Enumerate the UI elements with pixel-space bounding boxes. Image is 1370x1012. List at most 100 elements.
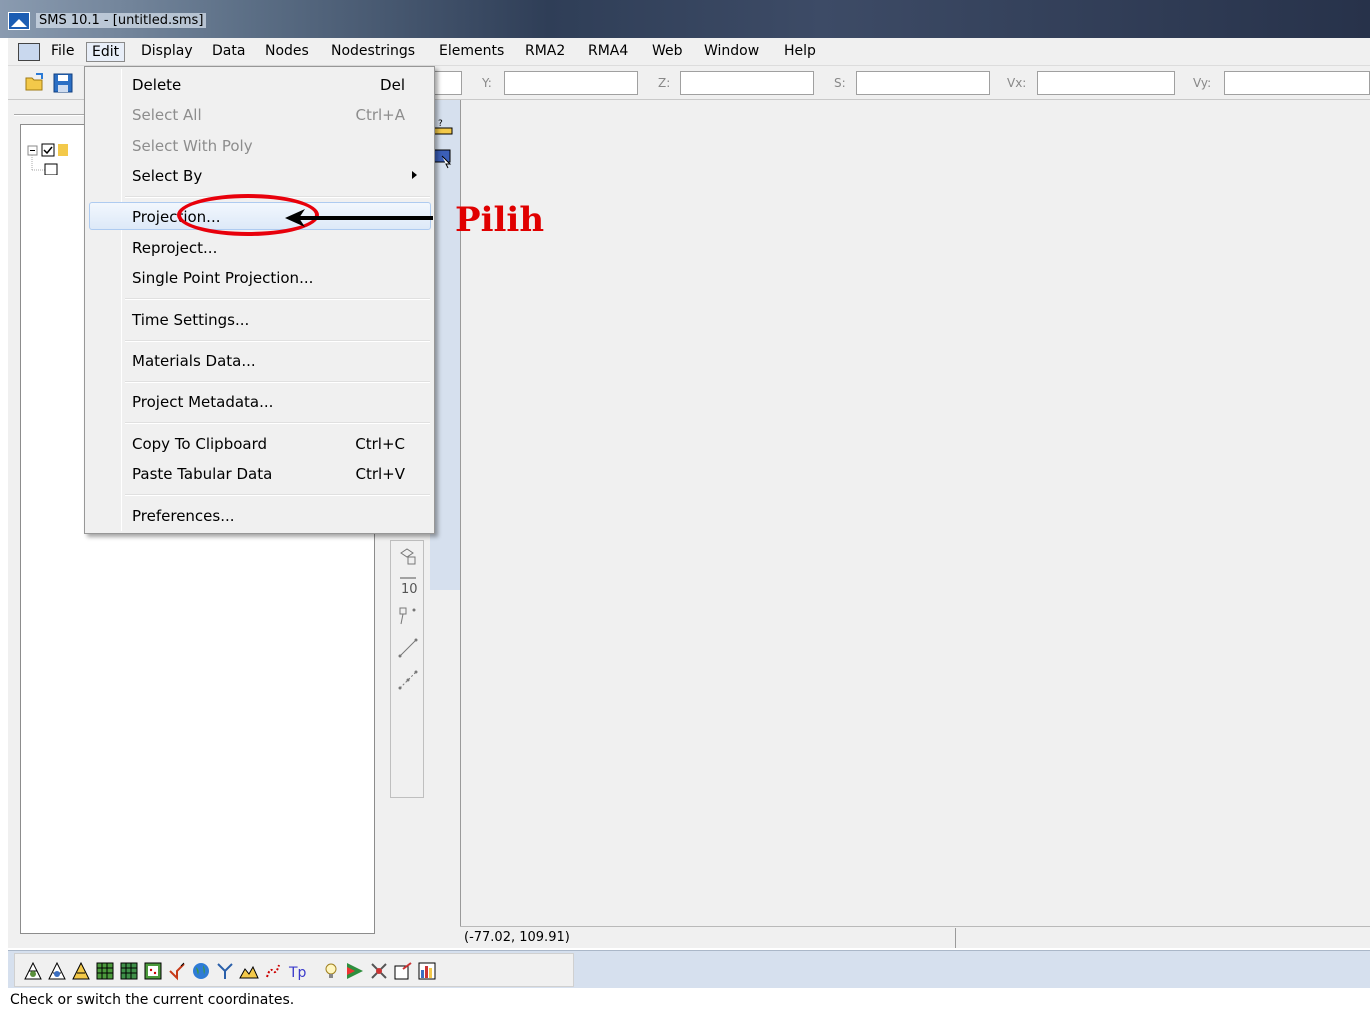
edit-dropdown-menu: Delete Del Select All Ctrl+A Select With… bbox=[84, 66, 435, 534]
menu-nodes[interactable]: Nodes bbox=[260, 42, 314, 62]
grid-module-icon[interactable] bbox=[47, 961, 67, 981]
menu-data[interactable]: Data bbox=[207, 42, 250, 62]
menu-item-single-point-projection[interactable]: Single Point Projection... bbox=[89, 263, 431, 291]
menu-window[interactable]: Window bbox=[699, 42, 764, 62]
terrain-module-icon[interactable] bbox=[239, 961, 259, 981]
particle-tracking-icon[interactable] bbox=[263, 961, 283, 981]
menu-item-reproject[interactable]: Reproject... bbox=[89, 233, 431, 261]
particle-module-icon[interactable] bbox=[215, 961, 235, 981]
create-node-icon[interactable] bbox=[397, 605, 419, 627]
graphics-window[interactable] bbox=[460, 100, 1370, 926]
dashed-line-icon[interactable] bbox=[397, 669, 419, 691]
menu-item-label: Single Point Projection... bbox=[132, 269, 314, 287]
lightbulb-icon[interactable] bbox=[321, 961, 341, 981]
menu-item-label: Reproject... bbox=[132, 239, 218, 257]
coord-bar-divider bbox=[955, 928, 956, 948]
vx-field[interactable] bbox=[1037, 71, 1175, 95]
menu-rma2[interactable]: RMA2 bbox=[520, 42, 570, 62]
menu-item-label: Select All bbox=[132, 106, 202, 124]
status-text: Check or switch the current coordinates. bbox=[10, 992, 295, 1008]
menu-item-label: Select By bbox=[132, 167, 203, 185]
menu-item-shortcut: Ctrl+A bbox=[355, 106, 405, 124]
submenu-arrow-icon bbox=[412, 171, 417, 179]
z-label: Z: bbox=[658, 76, 671, 90]
measure-tool-icon[interactable]: ? bbox=[432, 116, 454, 138]
menu-item-label: Time Settings... bbox=[132, 311, 250, 329]
y-field[interactable] bbox=[504, 71, 638, 95]
gis-globe-icon[interactable] bbox=[191, 961, 211, 981]
menu-item-label: Materials Data... bbox=[132, 352, 256, 370]
menu-file[interactable]: File bbox=[46, 42, 79, 62]
menu-separator bbox=[125, 298, 430, 300]
curvilinear-grid-icon[interactable] bbox=[119, 961, 139, 981]
cursor-coordinate-bar: (-77.02, 109.91) bbox=[460, 926, 1370, 948]
app-icon bbox=[8, 12, 30, 30]
menu-bar: File Edit Display Data Nodes Nodestrings… bbox=[8, 38, 1370, 66]
menu-display[interactable]: Display bbox=[136, 42, 198, 62]
menu-item-select-all[interactable]: Select All Ctrl+A bbox=[89, 100, 431, 128]
vy-label: Vy: bbox=[1193, 76, 1212, 90]
mesh-module-icon[interactable] bbox=[23, 961, 43, 981]
vy-field[interactable] bbox=[1224, 71, 1370, 95]
scatter-set-icon[interactable] bbox=[143, 961, 163, 981]
menu-item-shortcut: Ctrl+C bbox=[355, 435, 405, 453]
menu-separator bbox=[125, 381, 430, 383]
menu-item-copy-to-clipboard[interactable]: Copy To Clipboard Ctrl+C bbox=[89, 429, 431, 457]
svg-text:Tp: Tp bbox=[288, 965, 307, 981]
menu-item-label: Paste Tabular Data bbox=[132, 465, 273, 483]
scatter-module-icon[interactable] bbox=[71, 961, 91, 981]
menu-item-paste-tabular-data[interactable]: Paste Tabular Data Ctrl+V bbox=[89, 459, 431, 487]
menu-rma4[interactable]: RMA4 bbox=[583, 42, 633, 62]
number-ten-icon[interactable]: 10 bbox=[397, 575, 419, 597]
menu-item-shortcut: Del bbox=[380, 76, 405, 94]
module-toolbar: Tp bbox=[8, 950, 1370, 988]
quadtree-module-icon[interactable]: Tp bbox=[287, 961, 307, 981]
vector-field-icon[interactable] bbox=[369, 961, 389, 981]
module-icons-area: Tp bbox=[14, 953, 574, 987]
x-field[interactable] bbox=[434, 71, 462, 95]
y-label: Y: bbox=[482, 76, 492, 90]
title-bar: SMS 10.1 - [untitled.sms] bbox=[0, 0, 1370, 38]
node-select-icon[interactable] bbox=[397, 545, 419, 567]
menu-item-delete[interactable]: Delete Del bbox=[89, 70, 431, 98]
menu-item-project-metadata[interactable]: Project Metadata... bbox=[89, 387, 431, 415]
window-title: SMS 10.1 - [untitled.sms] bbox=[36, 13, 207, 28]
status-bar: Check or switch the current coordinates. bbox=[0, 988, 1370, 1012]
z-field[interactable] bbox=[680, 71, 814, 95]
menu-item-label: Copy To Clipboard bbox=[132, 435, 268, 453]
menu-item-shortcut: Ctrl+V bbox=[355, 465, 405, 483]
map-module-icon[interactable] bbox=[167, 961, 187, 981]
menu-item-select-by[interactable]: Select By bbox=[89, 161, 431, 189]
display-options-icon[interactable] bbox=[393, 961, 413, 981]
menu-edit[interactable]: Edit bbox=[86, 42, 126, 62]
document-icon[interactable] bbox=[18, 43, 40, 61]
menu-separator bbox=[125, 494, 430, 496]
mesh-tools-column: 10 bbox=[390, 540, 424, 798]
menu-item-label: Delete bbox=[132, 76, 182, 94]
menu-item-materials-data[interactable]: Materials Data... bbox=[89, 346, 431, 374]
vx-label: Vx: bbox=[1007, 76, 1027, 90]
create-nodestring-icon[interactable] bbox=[397, 637, 419, 659]
menu-elements[interactable]: Elements bbox=[434, 42, 509, 62]
cartesian-grid-icon[interactable] bbox=[95, 961, 115, 981]
menu-item-select-with-poly[interactable]: Select With Poly bbox=[89, 131, 431, 159]
contour-icon[interactable] bbox=[345, 961, 365, 981]
menu-item-label: Project Metadata... bbox=[132, 393, 274, 411]
open-folder-icon[interactable] bbox=[24, 72, 46, 94]
menu-help[interactable]: Help bbox=[779, 42, 821, 62]
save-icon[interactable] bbox=[52, 72, 74, 94]
menu-item-time-settings[interactable]: Time Settings... bbox=[89, 305, 431, 333]
plot-wizard-icon[interactable] bbox=[417, 961, 437, 981]
menu-item-preferences[interactable]: Preferences... bbox=[89, 501, 431, 529]
menu-web[interactable]: Web bbox=[647, 42, 688, 62]
menu-separator bbox=[125, 422, 430, 424]
select-tool-icon[interactable] bbox=[432, 148, 454, 170]
annotation-label: Pilih bbox=[455, 200, 545, 240]
menu-nodestrings[interactable]: Nodestrings bbox=[326, 42, 420, 62]
menu-item-label: Select With Poly bbox=[132, 137, 253, 155]
menu-item-label: Preferences... bbox=[132, 507, 235, 525]
svg-text:10: 10 bbox=[401, 582, 418, 597]
s-field[interactable] bbox=[856, 71, 990, 95]
cursor-coordinates: (-77.02, 109.91) bbox=[464, 930, 570, 945]
s-label: S: bbox=[834, 76, 846, 90]
